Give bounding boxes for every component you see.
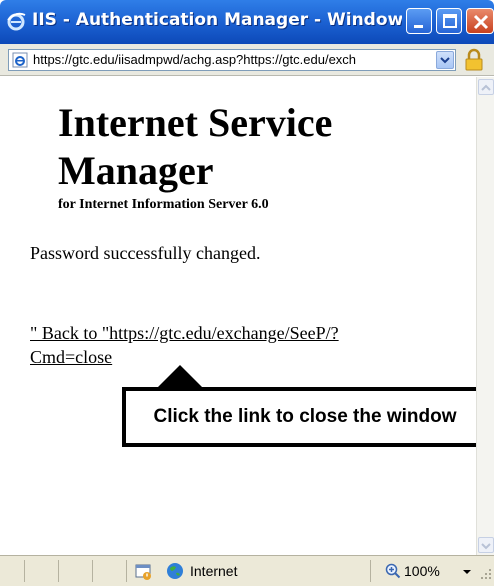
scroll-up-button[interactable] (478, 79, 494, 95)
page-heading: Internet Service Manager (58, 100, 333, 193)
close-button[interactable] (466, 8, 494, 34)
resize-grip-icon[interactable] (480, 568, 492, 580)
window-title: IIS - Authentication Manager - Windows .… (32, 10, 402, 30)
scroll-down-button[interactable] (478, 537, 494, 553)
status-pane (92, 560, 93, 582)
status-bar: Internet 100% (0, 555, 494, 586)
address-bar: https://gtc.edu/iisadmpwd/achg.asp?https… (0, 44, 494, 76)
callout-text: Click the link to close the window (153, 406, 457, 427)
status-message: Password successfully changed. (30, 243, 261, 263)
minimize-button[interactable] (406, 8, 432, 34)
globe-icon (167, 563, 183, 579)
page-content: Internet Service Manager for Internet In… (0, 77, 488, 555)
address-dropdown-button[interactable] (436, 51, 454, 69)
scroll-down-icon (481, 543, 491, 550)
security-zone-label: Internet (190, 563, 238, 579)
close-icon (473, 14, 489, 30)
page-subheading: for Internet Information Server 6.0 (58, 197, 269, 212)
address-url[interactable]: https://gtc.edu/iisadmpwd/achg.asp?https… (33, 52, 425, 67)
scroll-up-icon (481, 84, 491, 91)
window-titlebar[interactable]: IIS - Authentication Manager - Windows .… (0, 0, 494, 44)
address-field[interactable]: https://gtc.edu/iisadmpwd/achg.asp?https… (8, 49, 456, 71)
status-pane (24, 560, 25, 582)
ie-page-icon (12, 52, 28, 68)
vertical-scrollbar[interactable] (476, 77, 494, 555)
maximize-button[interactable] (436, 8, 462, 34)
maximize-icon (443, 14, 457, 28)
callout-box: Click the link to close the window (122, 387, 488, 447)
zoom-level[interactable]: 100% (404, 563, 440, 579)
back-link[interactable]: " Back to "https://gtc.edu/exchange/SeeP… (30, 321, 410, 369)
ie-icon (7, 12, 26, 31)
status-pane (370, 560, 371, 582)
lock-icon[interactable] (462, 48, 486, 72)
dropdown-arrow-icon (440, 57, 450, 64)
minimize-icon (414, 25, 423, 28)
status-pane (58, 560, 59, 582)
zoom-icon (385, 563, 401, 579)
protected-mode-icon[interactable] (135, 563, 153, 581)
zoom-dropdown-icon[interactable] (460, 562, 474, 580)
status-pane (126, 560, 127, 582)
